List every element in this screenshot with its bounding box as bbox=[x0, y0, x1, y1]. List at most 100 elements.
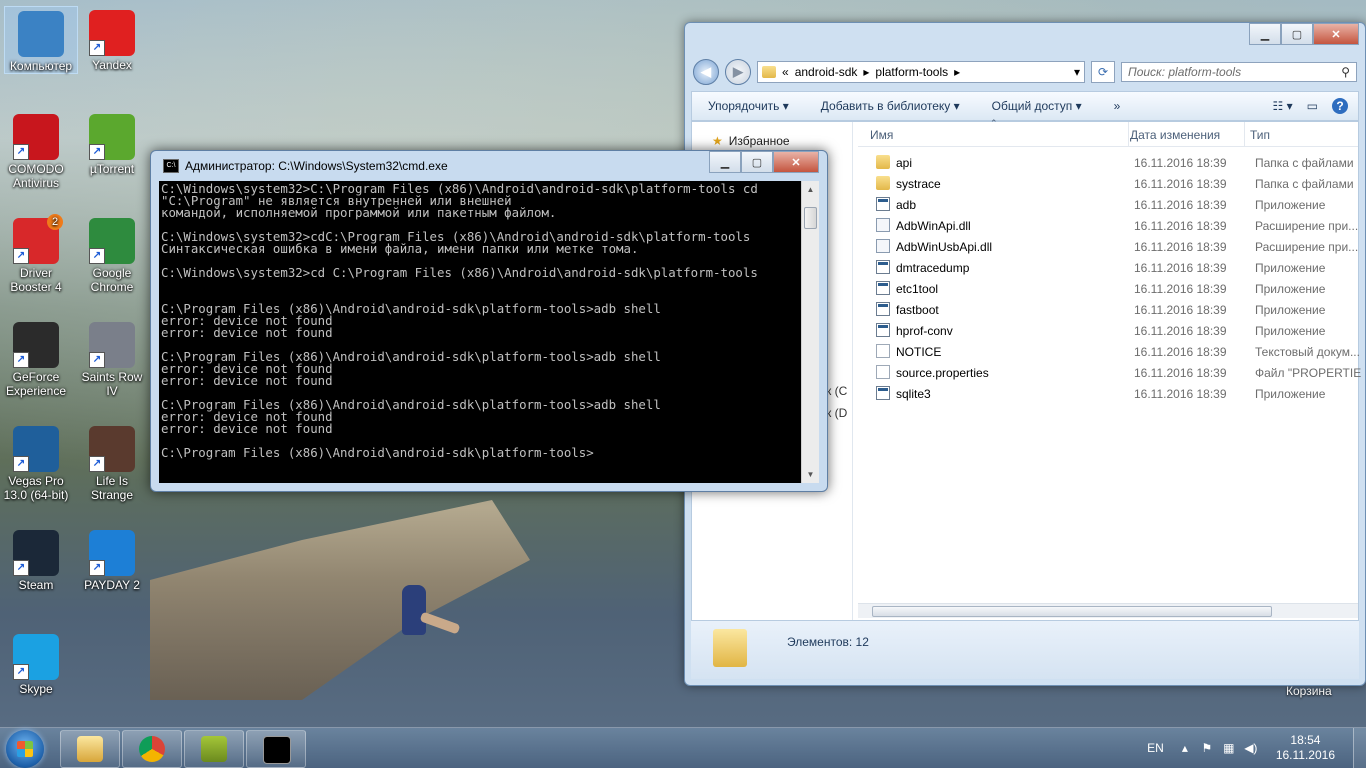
file-row[interactable]: AdbWinApi.dll 16.11.2016 18:39 Расширение … bbox=[858, 215, 1358, 236]
column-separator[interactable] bbox=[1128, 122, 1129, 146]
desktop-icon[interactable]: Компьютер bbox=[4, 6, 78, 74]
network-icon[interactable]: ▦ bbox=[1222, 741, 1236, 755]
chevron-right-icon[interactable]: ▸ bbox=[954, 65, 960, 79]
file-row[interactable]: hprof-conv 16.11.2016 18:39 Приложение bbox=[858, 320, 1358, 341]
taskbar: EN ▴ ⚑ ▦ ◀) 18:54 16.11.2016 bbox=[0, 727, 1366, 768]
file-date: 16.11.2016 18:39 bbox=[1134, 177, 1227, 191]
back-button[interactable]: ◀ bbox=[693, 59, 719, 85]
cmd-window[interactable]: C:\ Администратор: C:\Windows\System32\c… bbox=[150, 150, 828, 492]
desktop-icon[interactable]: ↗ Life Is Strange bbox=[76, 422, 148, 502]
horizontal-scrollbar[interactable] bbox=[858, 603, 1358, 618]
column-name[interactable]: Имя bbox=[870, 128, 893, 142]
refresh-button[interactable]: ⟳ bbox=[1091, 61, 1115, 83]
scroll-thumb[interactable] bbox=[804, 207, 817, 229]
star-icon: ★ bbox=[712, 134, 723, 148]
file-row[interactable]: dmtracedump 16.11.2016 18:39 Приложение bbox=[858, 257, 1358, 278]
maximize-button[interactable]: ▢ bbox=[741, 151, 773, 173]
show-desktop-button[interactable] bbox=[1353, 728, 1366, 768]
minimize-button[interactable]: ▁ bbox=[1249, 23, 1281, 45]
desktop-icon-label: Google Chrome bbox=[90, 266, 134, 294]
clock[interactable]: 18:54 16.11.2016 bbox=[1276, 733, 1335, 763]
column-date[interactable]: Дата изменения bbox=[1130, 128, 1220, 142]
column-separator[interactable] bbox=[1244, 122, 1245, 146]
chevron-down-icon[interactable]: ▾ bbox=[1074, 65, 1080, 79]
minimize-button[interactable]: ▁ bbox=[709, 151, 741, 173]
more-commands-button[interactable]: » bbox=[1098, 99, 1137, 113]
forward-button[interactable]: ▶ bbox=[725, 59, 751, 85]
breadcrumb-android-sdk[interactable]: android-sdk bbox=[795, 65, 858, 79]
desktop-icon[interactable]: ↗ Skype bbox=[0, 630, 72, 696]
breadcrumb-overflow[interactable]: « bbox=[782, 65, 789, 79]
view-options-icon[interactable]: ☷ ▾ bbox=[1273, 99, 1293, 113]
close-button[interactable]: ✕ bbox=[1313, 23, 1359, 45]
drive-d-item[interactable]: к (D bbox=[826, 406, 847, 420]
drive-c-item[interactable]: к (C bbox=[826, 384, 847, 398]
add-to-library-button[interactable]: Добавить в библиотеку ▾ bbox=[805, 99, 976, 113]
file-date: 16.11.2016 18:39 bbox=[1134, 219, 1227, 233]
help-icon[interactable]: ? bbox=[1332, 98, 1348, 114]
column-type[interactable]: Тип bbox=[1250, 128, 1270, 142]
file-row[interactable]: etc1tool 16.11.2016 18:39 Приложение bbox=[858, 278, 1358, 299]
file-date: 16.11.2016 18:39 bbox=[1134, 387, 1227, 401]
flag-icon[interactable]: ⚑ bbox=[1200, 741, 1214, 755]
volume-icon[interactable]: ◀) bbox=[1244, 741, 1258, 755]
breadcrumb-platform-tools[interactable]: platform-tools bbox=[875, 65, 948, 79]
file-name: etc1tool bbox=[896, 282, 939, 296]
desktop-icon[interactable]: ↗ µTorrent bbox=[76, 110, 148, 176]
shortcut-arrow-icon: ↗ bbox=[13, 664, 29, 680]
cmd-titlebar[interactable]: C:\ Администратор: C:\Windows\System32\c… bbox=[163, 159, 448, 173]
start-button[interactable] bbox=[6, 730, 44, 768]
desktop-icon[interactable]: ↗ PAYDAY 2 bbox=[76, 526, 148, 592]
desktop-icon[interactable]: ↗ 2 Driver Booster 4 bbox=[0, 214, 72, 294]
file-row[interactable]: systrace 16.11.2016 18:39 Папка с файлами bbox=[858, 173, 1358, 194]
scroll-up-icon[interactable]: ▲ bbox=[802, 181, 819, 198]
language-indicator[interactable]: EN bbox=[1147, 741, 1164, 755]
desktop-icon-label: Компьютер bbox=[9, 59, 73, 73]
console-output[interactable]: C:\Windows\system32>C:\Program Files (x8… bbox=[159, 181, 801, 483]
sort-asc-icon: ⌃ bbox=[990, 118, 998, 128]
recycle-bin-label[interactable]: Корзина bbox=[1286, 684, 1332, 698]
command-bar: Упорядочить ▾ Добавить в библиотеку ▾ Об… bbox=[691, 91, 1359, 121]
file-type: Приложение bbox=[1255, 303, 1326, 317]
organize-button[interactable]: Упорядочить ▾ bbox=[692, 99, 805, 113]
close-button[interactable]: ✕ bbox=[773, 151, 819, 173]
desktop-icon[interactable]: ↗ COMODO Antivirus bbox=[0, 110, 72, 190]
taskbar-explorer[interactable] bbox=[60, 730, 120, 768]
shortcut-arrow-icon: ↗ bbox=[89, 560, 105, 576]
file-name: AdbWinUsbApi.dll bbox=[896, 240, 993, 254]
search-input[interactable]: Поиск: platform-tools ⚲ bbox=[1121, 62, 1357, 82]
chevron-right-icon[interactable]: ▸ bbox=[863, 65, 869, 79]
desktop-icon[interactable]: ↗ Google Chrome bbox=[76, 214, 148, 294]
desktop-icon-label: PAYDAY 2 bbox=[84, 578, 140, 592]
application-icon bbox=[876, 197, 890, 211]
preview-pane-icon[interactable]: ▭ bbox=[1307, 99, 1318, 113]
desktop-icon[interactable]: ↗ Saints Row IV bbox=[76, 318, 148, 398]
scroll-down-icon[interactable]: ▼ bbox=[802, 466, 819, 483]
desktop-icon[interactable]: ↗ GeForce Experience bbox=[0, 318, 72, 398]
share-button[interactable]: Общий доступ ▾ bbox=[976, 99, 1098, 113]
vertical-scrollbar[interactable]: ▲ ▼ bbox=[801, 181, 819, 483]
file-type: Папка с файлами bbox=[1255, 177, 1354, 191]
taskbar-chrome[interactable] bbox=[122, 730, 182, 768]
file-row[interactable]: NOTICE 16.11.2016 18:39 Текстовый докум... bbox=[858, 341, 1360, 362]
file-row[interactable]: source.properties 16.11.2016 18:39 Файл "P… bbox=[858, 362, 1361, 383]
file-row[interactable]: sqlite3 16.11.2016 18:39 Приложение bbox=[858, 383, 1358, 404]
file-row[interactable]: adb 16.11.2016 18:39 Приложение bbox=[858, 194, 1358, 215]
maximize-button[interactable]: ▢ bbox=[1281, 23, 1313, 45]
scroll-thumb[interactable] bbox=[872, 606, 1272, 617]
shortcut-arrow-icon: ↗ bbox=[89, 40, 105, 56]
desktop-icon[interactable]: ↗ Yandex bbox=[76, 6, 148, 72]
taskbar-cmd[interactable] bbox=[246, 730, 306, 768]
favorites-item[interactable]: ★ Избранное bbox=[712, 134, 790, 148]
file-row[interactable]: AdbWinUsbApi.dll 16.11.2016 18:39 Расширен… bbox=[858, 236, 1358, 257]
file-row[interactable]: api 16.11.2016 18:39 Папка с файлами bbox=[858, 152, 1358, 173]
dll-file-icon bbox=[876, 239, 890, 253]
desktop-icon[interactable]: ↗ Vegas Pro 13.0 (64-bit) bbox=[0, 422, 72, 502]
desktop-icon[interactable]: ↗ Steam bbox=[0, 526, 72, 592]
taskbar-android-sdk[interactable] bbox=[184, 730, 244, 768]
address-bar[interactable]: « android-sdk ▸ platform-tools ▸ ▾ bbox=[757, 61, 1085, 83]
chevron-up-icon[interactable]: ▴ bbox=[1178, 741, 1192, 755]
application-icon bbox=[876, 260, 890, 274]
file-row[interactable]: fastboot 16.11.2016 18:39 Приложение bbox=[858, 299, 1358, 320]
file-date: 16.11.2016 18:39 bbox=[1134, 345, 1227, 359]
